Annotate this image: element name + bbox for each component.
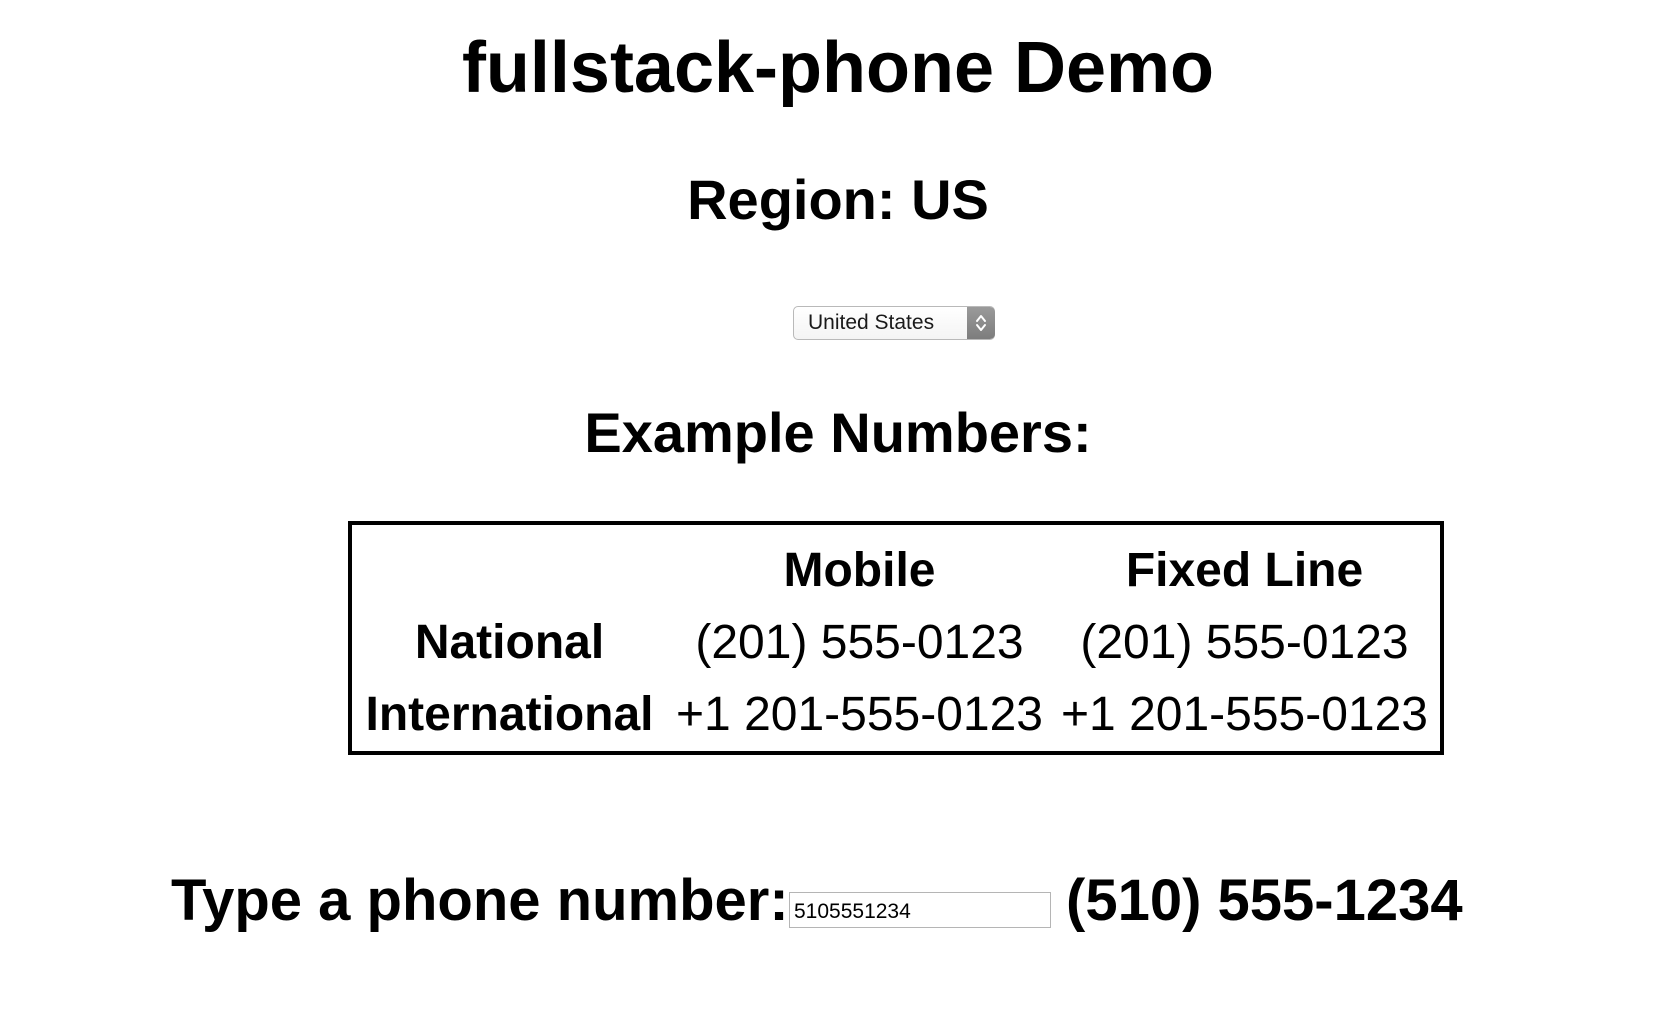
national-mobile-number: (201) 555-0123 (695, 616, 1024, 669)
updown-chevron-icon (967, 307, 995, 339)
row-label-international: International (365, 688, 654, 741)
page-title: fullstack-phone Demo (461, 28, 1215, 108)
column-header-mobile: Mobile (783, 544, 936, 597)
phone-input-label: Type a phone number: (171, 868, 789, 933)
formatted-phone-output: (510) 555-1234 (1066, 868, 1463, 933)
example-numbers-table: Mobile Fixed Line National (201) 555-012… (348, 521, 1444, 755)
phone-number-input[interactable] (789, 892, 1051, 928)
column-header-fixed-line: Fixed Line (1125, 544, 1364, 597)
international-fixed-line-number: +1 201-555-0123 (1061, 688, 1428, 741)
region-heading: Region: US (687, 168, 989, 231)
national-fixed-line-number: (201) 555-0123 (1080, 616, 1409, 669)
row-label-national: National (414, 616, 605, 669)
international-mobile-number: +1 201-555-0123 (676, 688, 1043, 741)
region-select-value: United States (808, 311, 935, 334)
region-select[interactable]: United States (793, 306, 995, 340)
example-numbers-heading: Example Numbers: (584, 401, 1092, 464)
